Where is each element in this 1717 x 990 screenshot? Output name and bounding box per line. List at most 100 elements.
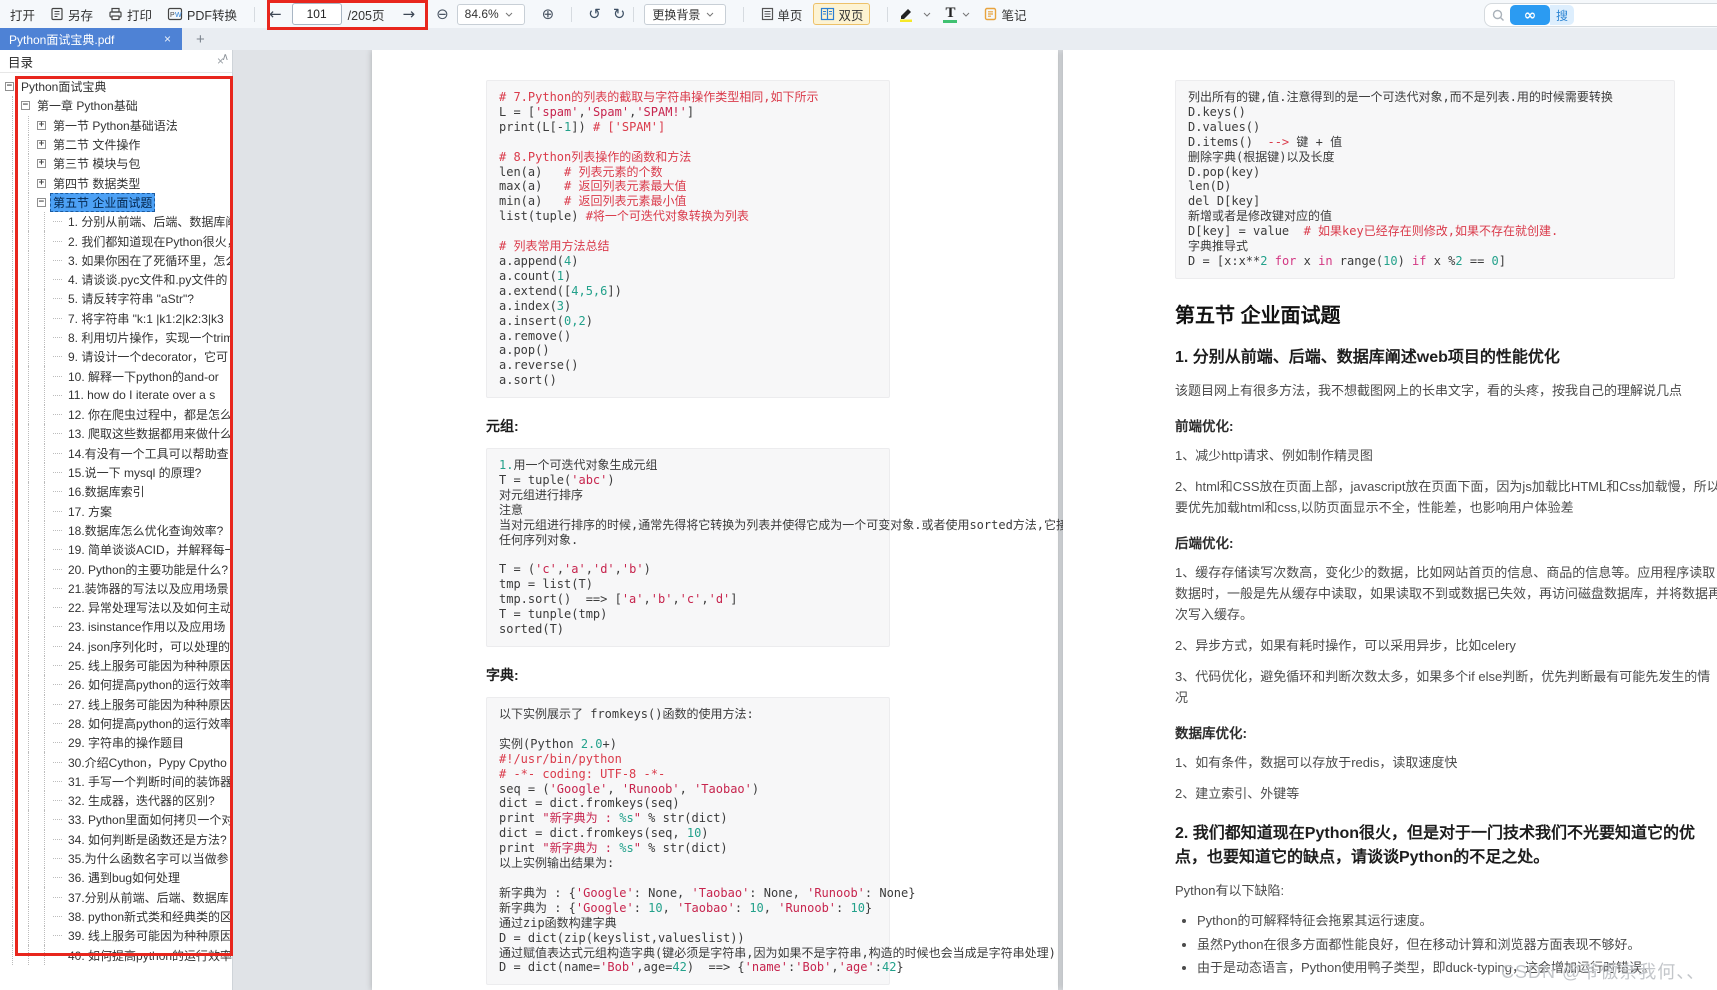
collapse-icon[interactable]: −	[21, 101, 30, 111]
tree-guide-line	[44, 926, 53, 946]
toc-item[interactable]: − Python面试宝典	[5, 77, 232, 96]
toc-item[interactable]: 8. 利用切片操作，实现一个trim	[5, 327, 232, 348]
expand-icon[interactable]: +	[37, 178, 46, 188]
toc-item-label: 39. 线上服务可能因为种种原因	[68, 929, 232, 944]
tree-branch-line	[53, 414, 62, 416]
toc-item[interactable]: 28. 如何提高python的运行效率	[5, 713, 232, 734]
tree-guide-line	[12, 713, 21, 734]
pdf-page-left: # 7.Python的列表的截取与字符串操作类型相同,如下所示 L = ['spa…	[372, 50, 1080, 990]
undo-button[interactable]: ↺	[582, 5, 607, 23]
toc-item[interactable]: 13. 爬取这些数据都用来做什么	[5, 424, 232, 444]
tree-guide-line	[28, 115, 37, 135]
toolbar-divider	[887, 6, 889, 22]
bold-label: 后端优化:	[1175, 536, 1234, 552]
zoom-level-select[interactable]: 84.6%	[456, 3, 525, 25]
toolbar-divider	[633, 6, 635, 22]
next-page-button[interactable]: →	[398, 5, 419, 23]
highlighter-button[interactable]	[898, 7, 918, 22]
tree-guide-line	[12, 578, 21, 599]
toc-item[interactable]: 3. 如果你困在了死循环里，怎么	[5, 250, 232, 270]
toc-item[interactable]: 1. 分别从前端、后端、数据库阐述	[5, 212, 232, 232]
pdf-convert-button[interactable]: PW PDF转换	[167, 5, 237, 24]
toc-item[interactable]: 35.为什么函数名字可以当做参	[5, 848, 232, 869]
search-segment-label[interactable]: 搜	[1550, 5, 1575, 25]
toc-item[interactable]: 24. json序列化时，可以处理的	[5, 636, 232, 656]
toc-item[interactable]: 39. 线上服务可能因为种种原因	[5, 926, 232, 946]
toc-item[interactable]: 29. 字符串的操作题目	[5, 733, 232, 753]
tree-guide-line	[28, 926, 37, 946]
search-icon	[1492, 9, 1504, 21]
save-as-button[interactable]: 另存	[50, 5, 93, 24]
toc-item[interactable]: 14.有没有一个工具可以帮助查	[5, 443, 232, 463]
single-page-button[interactable]: 单页	[754, 3, 809, 25]
toc-item[interactable]: 9. 请设计一个decorator，它可	[5, 347, 232, 367]
tree-guide-line	[44, 501, 53, 521]
tree-guide-line	[12, 810, 21, 830]
page-number-input[interactable]	[291, 3, 342, 25]
toc-item[interactable]: 7. 将字符串 "k:1 |k1:2|k2:3|k3	[5, 308, 232, 328]
toc-item[interactable]: 23. isinstance作用以及应用场	[5, 617, 232, 637]
toc-item[interactable]: 21.装饰器的写法以及应用场景	[5, 578, 232, 599]
text-tool-dropdown-icon[interactable]	[962, 12, 970, 17]
toc-item[interactable]: − 第五节 企业面试题	[5, 192, 232, 213]
toc-item[interactable]: 17. 方案	[5, 501, 232, 521]
toc-scroll-up-icon[interactable]: ∧	[222, 52, 229, 63]
toc-item[interactable]: 38. python新式类和经典类的区	[5, 906, 232, 927]
section-heading: 第五节 企业面试题	[1175, 304, 1341, 327]
tree-branch-line	[53, 317, 62, 319]
toc-item[interactable]: + 第三节 模块与包	[5, 154, 232, 174]
toc-item[interactable]: 11. how do I iterate over a s	[5, 385, 232, 406]
expand-icon[interactable]: +	[37, 120, 46, 130]
toc-item-label: 33. Python里面如何拷贝一个对	[68, 813, 232, 828]
tab-close-icon[interactable]: ×	[162, 32, 173, 46]
toc-item[interactable]: 25. 线上服务可能因为种种原因	[5, 655, 232, 676]
toc-item[interactable]: 27. 线上服务可能因为种种原因	[5, 694, 232, 714]
toc-item[interactable]: 15.说一下 mysql 的原理?	[5, 462, 232, 483]
toc-item[interactable]: + 第一节 Python基础语法	[5, 115, 232, 135]
toc-item[interactable]: 40. 如何提高python的运行效率	[5, 945, 232, 965]
toc-item[interactable]: 34. 如何判断是函数还是方法?	[5, 829, 232, 849]
toc-item[interactable]: 36. 遇到bug如何处理	[5, 868, 232, 888]
collapse-icon[interactable]: −	[5, 82, 14, 92]
toc-item[interactable]: 30.介绍Cython，Pypy Cpytho	[5, 752, 232, 772]
toc-item[interactable]: 16.数据库索引	[5, 482, 232, 502]
prev-page-button[interactable]: ←	[265, 5, 286, 23]
toc-item[interactable]: 26. 如何提高python的运行效率	[5, 675, 232, 695]
toc-item[interactable]: 20. Python的主要功能是什么?	[5, 559, 232, 579]
text-tool-button[interactable]: T	[943, 5, 958, 23]
toc-item[interactable]: − 第一章 Python基础	[5, 96, 232, 116]
toc-item[interactable]: 18.数据库怎么优化查询效率?	[5, 520, 232, 541]
toc-item[interactable]: 2. 我们都知道现在Python很火，	[5, 231, 232, 251]
zoom-out-button[interactable]: ⊖	[436, 5, 449, 23]
toc-item[interactable]: 22. 异常处理写法以及如何主动	[5, 598, 232, 618]
infinity-badge-icon[interactable]: ∞	[1510, 5, 1550, 25]
toc-item-label: 37.分别从前端、后端、数据库	[68, 890, 229, 905]
toc-item[interactable]: + 第二节 文件操作	[5, 134, 232, 155]
double-page-button[interactable]: 双页	[813, 3, 871, 25]
tab-active-document[interactable]: Python面试宝典.pdf ×	[0, 28, 182, 50]
open-button[interactable]: 打开	[10, 5, 35, 24]
toc-item[interactable]: 19. 简单谈谈ACID，并解释每一	[5, 540, 232, 560]
expand-icon[interactable]: +	[37, 159, 46, 169]
toc-item[interactable]: 31. 手写一个判断时间的装饰器	[5, 771, 232, 791]
highlighter-dropdown-icon[interactable]	[923, 12, 931, 17]
toc-item-label: 18.数据库怎么优化查询效率?	[68, 523, 224, 538]
new-tab-button[interactable]: +	[190, 28, 211, 50]
change-background-button[interactable]: 更换背景	[644, 3, 727, 25]
print-button[interactable]: 打印	[108, 5, 152, 24]
tree-branch-line	[53, 645, 62, 647]
expand-icon[interactable]: +	[37, 140, 46, 150]
toc-item[interactable]: + 第四节 数据类型	[5, 173, 232, 193]
toc-item[interactable]: 32. 生成器，迭代器的区别?	[5, 790, 232, 811]
redo-button[interactable]: ↻	[607, 5, 632, 23]
collapse-icon[interactable]: −	[37, 197, 46, 207]
toc-item[interactable]: 4. 请谈谈.pyc文件和.py文件的	[5, 269, 232, 290]
search-box[interactable]: ∞ 搜	[1484, 3, 1717, 27]
toc-item[interactable]: 33. Python里面如何拷贝一个对	[5, 810, 232, 830]
toc-item[interactable]: 5. 请反转字符串 "aStr"?	[5, 289, 232, 309]
zoom-in-button[interactable]: ⊕	[542, 5, 555, 23]
toc-item[interactable]: 10. 解释一下python的and-or	[5, 366, 232, 386]
toc-item[interactable]: 37.分别从前端、后端、数据库	[5, 887, 232, 907]
notes-button[interactable]: 笔记	[984, 5, 1026, 24]
toc-item[interactable]: 12. 你在爬虫过程中，都是怎么	[5, 405, 232, 425]
